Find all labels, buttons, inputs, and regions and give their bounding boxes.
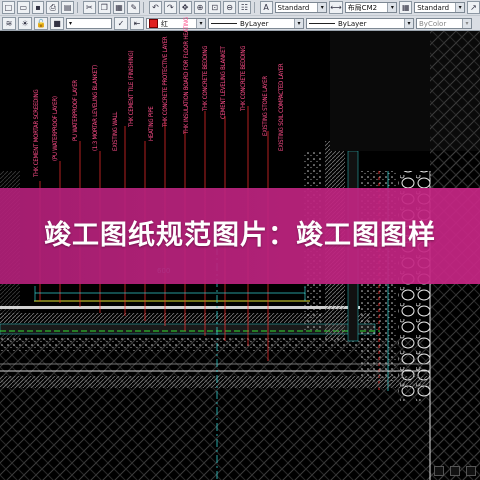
annotation-label: THK INSULATION BOARD FOR FLOOR HEATING (183, 17, 190, 134)
zoom-previous-icon[interactable]: ⊖ (223, 1, 236, 14)
text-style-dropdown[interactable]: Standard ▾ (274, 2, 328, 13)
print-icon[interactable]: ⎙ (46, 1, 60, 14)
chevron-down-icon: ▾ (196, 19, 205, 28)
dim-style-value: 布局CM2 (347, 3, 378, 12)
lineweight-value: ByLayer (338, 19, 367, 28)
redo-icon[interactable]: ↷ (163, 1, 177, 14)
upper-right-hatch (430, 31, 480, 211)
multileader-icon[interactable]: ↗ (467, 1, 480, 14)
standard-toolbar-row: □ ▭ ▪ ⎙ ▤ ✂ ❐ ▦ ✎ ↶ ↷ ✥ ⊕ ⊡ ⊖ ☷ A Standa… (0, 0, 480, 15)
make-current-icon[interactable]: ✓ (114, 17, 128, 30)
toolbar: □ ▭ ▪ ⎙ ▤ ✂ ❐ ▦ ✎ ↶ ↷ ✥ ⊕ ⊡ ⊖ ☷ A Standa… (0, 0, 480, 31)
layer-dropdown[interactable]: ▾ (66, 18, 112, 29)
layer-color-icon[interactable]: ■ (50, 17, 64, 30)
paste-icon[interactable]: ▦ (112, 1, 126, 14)
linetype-dropdown[interactable]: ByLayer ▾ (208, 18, 304, 29)
plot-style-dropdown: ByColor ▾ (416, 18, 472, 29)
save-icon[interactable]: ▪ (31, 1, 45, 14)
annotation-label: PU WATERPROOF LAYER (72, 80, 79, 141)
annotation-label: EXISTING WALL (112, 111, 119, 151)
lineweight-sample (309, 23, 335, 24)
text-style-icon: A (259, 1, 273, 14)
chevron-down-icon: ▾ (462, 19, 471, 28)
annotation-label: EXISTING STONE LAYER (262, 76, 269, 136)
cut-icon[interactable]: ✂ (82, 1, 96, 14)
annotation-label: EXISTING SOIL COMPACTED LAYER (278, 63, 285, 151)
status-icon[interactable] (434, 466, 444, 476)
dim-style-icon: ⟷ (329, 1, 343, 14)
status-icon[interactable] (466, 466, 476, 476)
table-style-dropdown[interactable]: Standard ▾ (414, 2, 466, 13)
undo-icon[interactable]: ↶ (149, 1, 162, 14)
title-banner: 竣工图纸规范图片：竣工图图样 (0, 188, 480, 284)
text-style-value: Standard (277, 3, 310, 12)
chevron-down-icon: ▾ (387, 3, 397, 12)
annotation-label: CEMENT LEVELING BLANKET (220, 46, 227, 119)
open-icon[interactable]: ▭ (16, 1, 30, 14)
dim-style-dropdown[interactable]: 布局CM2 ▾ (344, 2, 398, 13)
color-dropdown[interactable]: 红 ▾ (146, 18, 206, 29)
properties-icon[interactable]: ☷ (238, 1, 251, 14)
color-value: 红 (161, 19, 168, 28)
cad-application-window: □ ▭ ▪ ⎙ ▤ ✂ ❐ ▦ ✎ ↶ ↷ ✥ ⊕ ⊡ ⊖ ☷ A Standa… (0, 0, 480, 480)
layer-dropdown-arrow: ▾ (69, 20, 73, 27)
annotation-label: THK CEMENT TILE (FINISHING) (128, 50, 135, 127)
annotation-label: THK CONCRETE PROTECTIVE LAYER (162, 36, 169, 127)
preview-icon[interactable]: ▤ (61, 1, 75, 14)
banner-title: 竣工图纸规范图片：竣工图图样 (44, 220, 436, 251)
compacted-soil-strip (0, 376, 430, 388)
layer-manager-icon[interactable]: ≋ (2, 17, 16, 30)
linetype-sample (211, 23, 237, 24)
annotation-label: THK CONCRETE BEDDING (240, 45, 247, 111)
layer-state-icon[interactable]: ☀ (18, 17, 32, 30)
lock-icon[interactable]: 🔓 (34, 17, 48, 30)
table-style-value: Standard (417, 3, 450, 12)
zoom-window-icon[interactable]: ⊡ (208, 1, 222, 14)
chevron-down-icon: ▾ (404, 19, 413, 28)
color-swatch (149, 19, 158, 28)
dimension-line (34, 286, 306, 301)
annotation-label: THK CEMENT MORTAR SCREEDING (33, 89, 40, 177)
pan-icon[interactable]: ✥ (178, 1, 192, 14)
toolbar-separator (143, 2, 145, 13)
annotation-label: HEATING PIPE (148, 106, 155, 141)
layers-toolbar-row: ≋ ☀ 🔓 ■ ▾ ✓ ⇤ 红 ▾ ByLayer ▾ ByLayer ▾ By… (0, 15, 480, 31)
chevron-down-icon: ▾ (294, 19, 303, 28)
table-style-icon: ▦ (399, 1, 413, 14)
match-icon[interactable]: ✎ (127, 1, 141, 14)
plot-style-value: ByColor (419, 19, 447, 28)
annotation-label: (1:3 MORTAR LEVELING BLANKET) (92, 65, 99, 151)
previous-layer-icon[interactable]: ⇤ (130, 17, 144, 30)
toolbar-separator (77, 2, 78, 13)
chevron-down-icon: ▾ (317, 3, 327, 12)
concrete-bedding-layer (0, 337, 380, 351)
zoom-icon[interactable]: ⊕ (193, 1, 207, 14)
lineweight-dropdown[interactable]: ByLayer ▾ (306, 18, 414, 29)
new-icon[interactable]: □ (2, 1, 15, 14)
annotation-label: THK CONCRETE BEDDING (202, 45, 209, 111)
annotation-label: (PU WATERPROOF LAYER) (52, 96, 59, 161)
status-icon[interactable] (450, 466, 460, 476)
status-icons (356, 466, 476, 478)
copy-icon[interactable]: ❐ (97, 1, 111, 14)
toolbar-separator (253, 2, 255, 13)
chevron-down-icon: ▾ (455, 3, 465, 12)
linetype-value: ByLayer (240, 19, 269, 28)
